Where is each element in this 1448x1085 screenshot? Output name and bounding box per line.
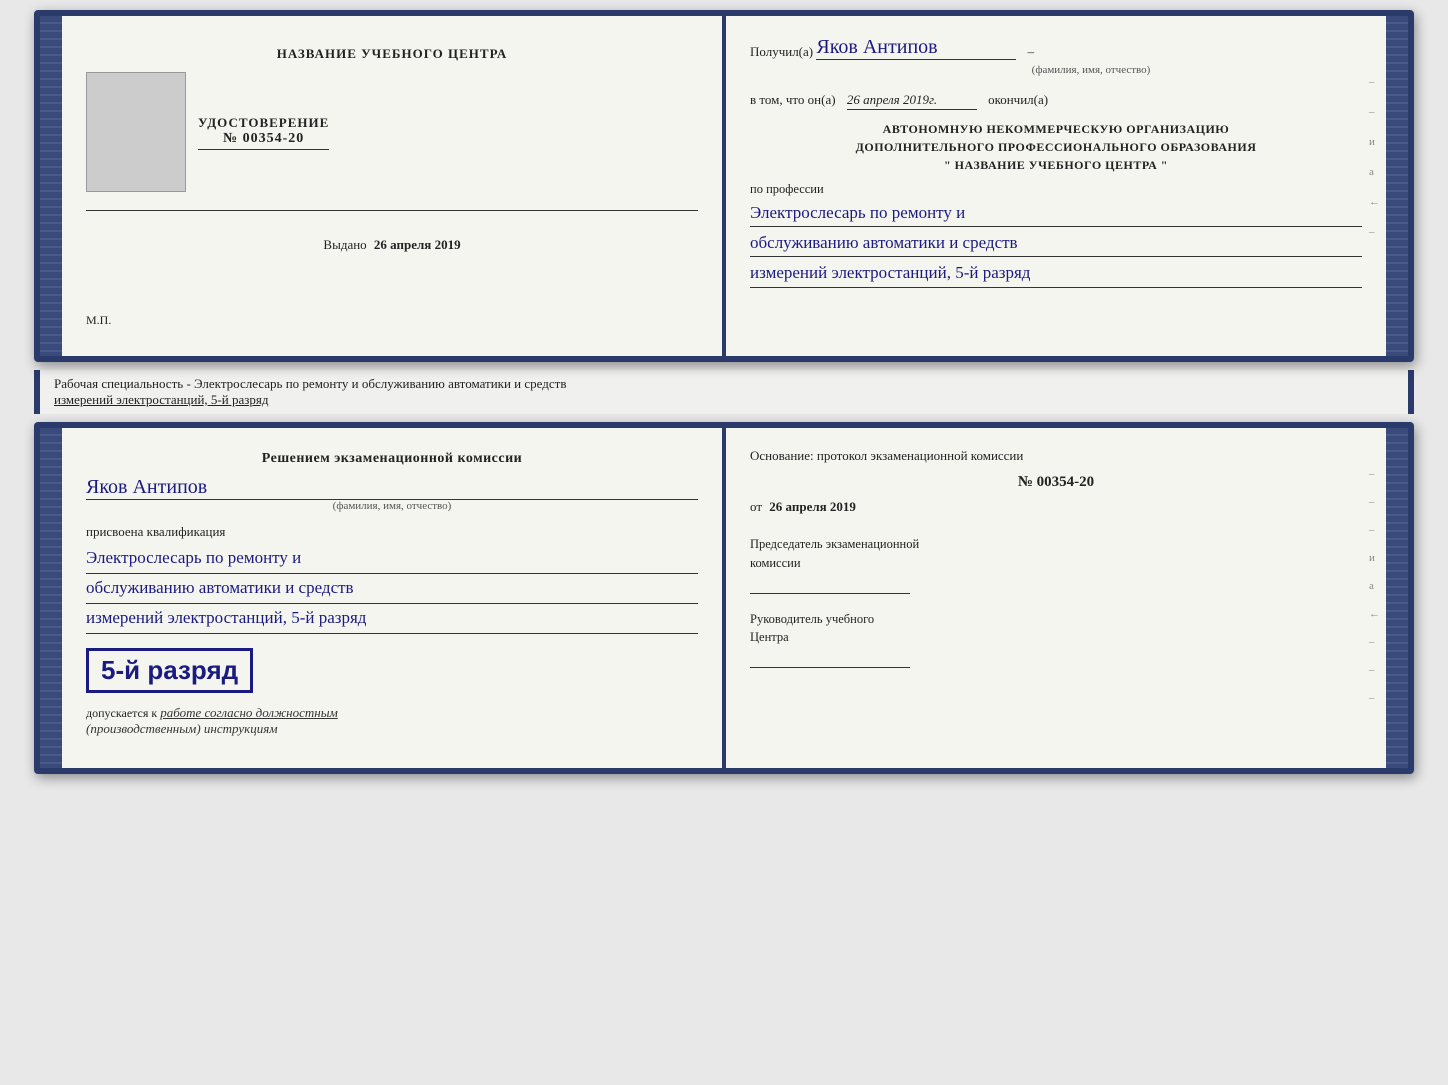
chairman-block: Председатель экзаменационной комиссии	[750, 535, 1362, 594]
certifies-suffix: окончил(а)	[988, 92, 1048, 107]
stamp-label: М.П.	[86, 313, 698, 328]
chairman-signature-line	[750, 593, 910, 594]
allowed-block: допускается к работе согласно должностны…	[86, 705, 698, 737]
profession-line1: Электрослесарь по ремонту и	[750, 199, 1362, 227]
bottom-right-page: Основание: протокол экзаменационной коми…	[726, 428, 1386, 768]
director-title: Руководитель учебного Центра	[750, 610, 1362, 648]
certifies-prefix: в том, что он(а)	[750, 92, 836, 107]
commission-title-line1: Решением экзаменационной комиссии	[262, 451, 522, 466]
protocol-number: № 00354-20	[750, 474, 1362, 491]
protocol-date: от 26 апреля 2019	[750, 499, 1362, 515]
chairman-title: Председатель экзаменационной комиссии	[750, 535, 1362, 573]
issued-label: Выдано	[323, 237, 366, 252]
director-signature-line	[750, 667, 910, 668]
qualification-line2: обслуживанию автоматики и средств	[86, 574, 698, 604]
top-right-page: Получил(а) Яков Антипов – (фамилия, имя,…	[726, 16, 1386, 356]
recipient-prefix: Получил(а)	[750, 44, 813, 59]
left-texture-top	[40, 16, 62, 356]
separator-line-1	[86, 210, 698, 211]
top-left-page: НАЗВАНИЕ УЧЕБНОГО ЦЕНТРА УДОСТОВЕРЕНИЕ №…	[62, 16, 722, 356]
label-strip-text: Рабочая специальность - Электрослесарь п…	[54, 376, 566, 391]
protocol-date-value: 26 апреля 2019	[769, 499, 856, 514]
cert-label: УДОСТОВЕРЕНИЕ	[198, 115, 329, 131]
allowed-prefix: допускается к	[86, 706, 157, 720]
cert-middle-section: УДОСТОВЕРЕНИЕ № 00354-20	[86, 72, 698, 192]
basis-text: Основание: протокол экзаменационной коми…	[750, 448, 1023, 463]
chairman-line1: Председатель экзаменационной	[750, 537, 919, 551]
issued-date: 26 апреля 2019	[374, 237, 461, 252]
commission-title: Решением экзаменационной комиссии	[86, 448, 698, 470]
certifies-date: 26 апреля 2019г.	[847, 92, 977, 110]
training-center-title: НАЗВАНИЕ УЧЕБНОГО ЦЕНТРА	[277, 46, 508, 62]
bottom-recipient-name: Яков Антипов	[86, 476, 698, 500]
top-document-spread: НАЗВАНИЕ УЧЕБНОГО ЦЕНТРА УДОСТОВЕРЕНИЕ №…	[34, 10, 1414, 362]
fio-hint-top: (фамилия, имя, отчество)	[820, 64, 1362, 76]
issued-line: Выдано 26 апреля 2019	[323, 237, 460, 253]
cert-number: № 00354-20	[198, 131, 329, 150]
cert-number-block: УДОСТОВЕРЕНИЕ № 00354-20	[198, 115, 329, 150]
qualification-line3: измерений электростанций, 5-й разряд	[86, 604, 698, 634]
right-side-marks-top: ––иа←–	[1369, 76, 1380, 238]
photo-placeholder	[86, 72, 186, 192]
right-side-marks-bottom: –––иа←–––	[1369, 468, 1380, 704]
director-line2: Центра	[750, 630, 789, 644]
allowed-line2: (производственным) инструкциям	[86, 721, 278, 736]
profession-line2: обслуживанию автоматики и средств	[750, 229, 1362, 257]
label-strip: Рабочая специальность - Электрослесарь п…	[34, 370, 1414, 414]
director-block: Руководитель учебного Центра	[750, 610, 1362, 669]
basis-label: Основание: протокол экзаменационной коми…	[750, 448, 1362, 464]
chairman-line2: комиссии	[750, 556, 801, 570]
org-line1: АВТОНОМНУЮ НЕКОММЕРЧЕСКУЮ ОРГАНИЗАЦИЮ	[750, 120, 1362, 138]
left-texture-bottom	[40, 428, 62, 768]
bottom-recipient-block: Яков Антипов (фамилия, имя, отчество)	[86, 476, 698, 512]
protocol-date-prefix: от	[750, 499, 762, 514]
right-texture-bottom	[1386, 428, 1408, 768]
org-line2: ДОПОЛНИТЕЛЬНОГО ПРОФЕССИОНАЛЬНОГО ОБРАЗО…	[750, 138, 1362, 156]
rank-badge: 5-й разряд	[86, 648, 253, 693]
bottom-document-spread: Решением экзаменационной комиссии Яков А…	[34, 422, 1414, 774]
recipient-name: Яков Антипов	[816, 36, 937, 58]
recipient-line: Получил(а) Яков Антипов –	[750, 36, 1362, 60]
bottom-left-page: Решением экзаменационной комиссии Яков А…	[62, 428, 722, 768]
certifies-line: в том, что он(а) 26 апреля 2019г. окончи…	[750, 92, 1362, 110]
fio-hint-bottom: (фамилия, имя, отчество)	[86, 500, 698, 512]
org-line3: " НАЗВАНИЕ УЧЕБНОГО ЦЕНТРА "	[750, 156, 1362, 174]
director-line1: Руководитель учебного	[750, 612, 874, 626]
recipient-name-underline: Яков Антипов	[816, 36, 1016, 60]
qualification-line1: Электрослесарь по ремонту и	[86, 544, 698, 574]
org-block: АВТОНОМНУЮ НЕКОММЕРЧЕСКУЮ ОРГАНИЗАЦИЮ ДО…	[750, 120, 1362, 174]
profession-label: по профессии	[750, 182, 1362, 197]
profession-line3: измерений электростанций, 5-й разряд	[750, 259, 1362, 287]
allowed-handwritten: работе согласно должностным	[160, 705, 338, 720]
rank-badge-block: 5-й разряд	[86, 640, 698, 701]
qualification-label: присвоена квалификация	[86, 524, 698, 540]
label-strip-underline: измерений электростанций, 5-й разряд	[54, 392, 268, 407]
right-texture-top	[1386, 16, 1408, 356]
